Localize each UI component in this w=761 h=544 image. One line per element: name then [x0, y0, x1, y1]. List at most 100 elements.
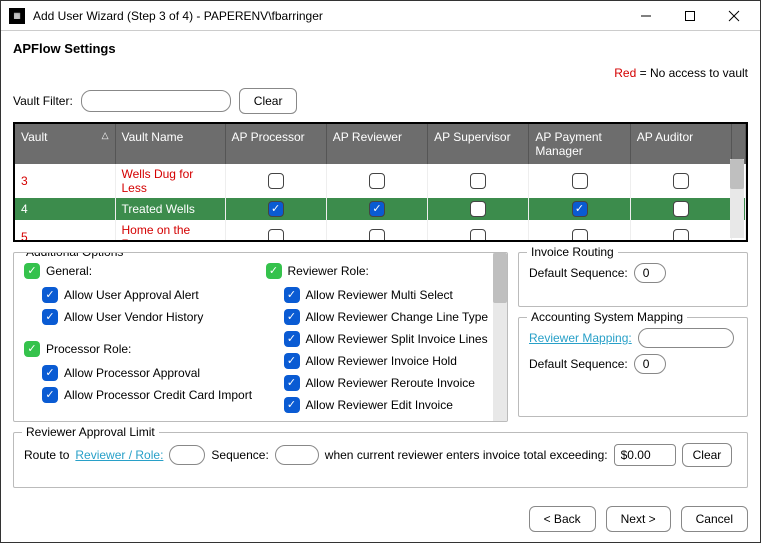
- accounting-mapping-legend: Accounting System Mapping: [527, 310, 687, 324]
- option-checkbox[interactable]: [284, 375, 300, 391]
- option-label: Allow Reviewer Reroute Invoice: [306, 376, 475, 390]
- ral-seq-label: Sequence:: [211, 448, 268, 462]
- back-button[interactable]: < Back: [529, 506, 596, 532]
- legend-red-meaning: = No access to vault: [636, 66, 748, 80]
- maximize-button[interactable]: [668, 2, 712, 30]
- reviewer-approval-limit-group: Reviewer Approval Limit Route to Reviewe…: [13, 432, 748, 488]
- role-checkbox[interactable]: [470, 229, 486, 242]
- cell-vault-id: 3: [15, 164, 115, 198]
- col-ap-processor[interactable]: AP Processor: [225, 124, 326, 164]
- role-checkbox[interactable]: [268, 229, 284, 242]
- option-checkbox[interactable]: [284, 287, 300, 303]
- ral-reviewer-role-input[interactable]: [169, 445, 205, 465]
- role-checkbox[interactable]: [369, 229, 385, 242]
- option-label: Allow Reviewer Invoice Hold: [306, 354, 457, 368]
- table-header-row: Vault△ Vault Name AP Processor AP Review…: [15, 124, 746, 164]
- option-checkbox[interactable]: [284, 331, 300, 347]
- group-check-icon[interactable]: [24, 341, 40, 357]
- table-row[interactable]: 5Home on the Range...: [15, 220, 746, 242]
- role-checkbox[interactable]: [572, 173, 588, 189]
- role-checkbox[interactable]: [369, 201, 385, 217]
- cell-vault-name: Treated Wells: [115, 198, 225, 220]
- col-ap-payment-manager[interactable]: AP Payment Manager: [529, 124, 630, 164]
- opt-group-label: General:: [46, 264, 92, 278]
- option-label: Allow User Approval Alert: [64, 288, 199, 302]
- routing-seq-label: Default Sequence:: [529, 266, 628, 280]
- option-label: Allow Reviewer Multi Select: [306, 288, 453, 302]
- col-vault-name[interactable]: Vault Name: [115, 124, 225, 164]
- vault-filter-label: Vault Filter:: [13, 94, 73, 108]
- role-checkbox[interactable]: [369, 173, 385, 189]
- option-checkbox[interactable]: [42, 365, 58, 381]
- ral-clear-button[interactable]: Clear: [682, 443, 733, 467]
- ral-reviewer-role-link[interactable]: Reviewer / Role:: [75, 448, 163, 462]
- option-label: Allow User Vendor History: [64, 310, 203, 324]
- col-vault[interactable]: Vault△: [15, 124, 115, 164]
- ral-tail-label: when current reviewer enters invoice tot…: [325, 448, 608, 462]
- ral-seq-input[interactable]: [275, 445, 319, 465]
- window-title: Add User Wizard (Step 3 of 4) - PAPERENV…: [33, 9, 624, 23]
- role-checkbox[interactable]: [470, 201, 486, 217]
- reviewer-mapping-link[interactable]: Reviewer Mapping:: [529, 331, 632, 345]
- reviewer-mapping-input[interactable]: [638, 328, 734, 348]
- ral-route-to-label: Route to: [24, 448, 69, 462]
- additional-options-group: Additional Options General: Allow User Ap…: [13, 252, 508, 422]
- minimize-button[interactable]: [624, 2, 668, 30]
- options-scroll-thumb[interactable]: [493, 253, 507, 303]
- cell-vault-id: 4: [15, 198, 115, 220]
- role-checkbox[interactable]: [268, 201, 284, 217]
- next-button[interactable]: Next >: [606, 506, 671, 532]
- vault-filter-input[interactable]: [81, 90, 231, 112]
- role-checkbox[interactable]: [268, 173, 284, 189]
- vault-filter-clear-button[interactable]: Clear: [239, 88, 298, 114]
- invoice-routing-group: Invoice Routing Default Sequence:: [518, 252, 748, 307]
- app-icon: ▦: [9, 8, 25, 24]
- vault-table-scroll-thumb[interactable]: [730, 159, 744, 189]
- option-label: Allow Reviewer Split Invoice Lines: [306, 332, 488, 346]
- option-label: Allow Processor Credit Card Import: [64, 388, 252, 402]
- accounting-mapping-group: Accounting System Mapping Reviewer Mappi…: [518, 317, 748, 417]
- table-row[interactable]: 4Treated Wells: [15, 198, 746, 220]
- sort-asc-icon: △: [102, 130, 109, 141]
- title-bar: ▦ Add User Wizard (Step 3 of 4) - PAPERE…: [1, 1, 760, 31]
- page-title: APFlow Settings: [13, 41, 748, 56]
- cell-vault-name: Wells Dug for Less: [115, 164, 225, 198]
- option-checkbox[interactable]: [42, 387, 58, 403]
- legend-note: Red = No access to vault: [13, 66, 748, 80]
- role-checkbox[interactable]: [673, 201, 689, 217]
- col-ap-supervisor[interactable]: AP Supervisor: [428, 124, 529, 164]
- option-label: Allow Processor Approval: [64, 366, 200, 380]
- option-checkbox[interactable]: [284, 309, 300, 325]
- role-checkbox[interactable]: [470, 173, 486, 189]
- cell-vault-name: Home on the Range...: [115, 220, 225, 242]
- group-check-icon[interactable]: [24, 263, 40, 279]
- additional-options-legend: Additional Options: [22, 252, 127, 259]
- ral-legend: Reviewer Approval Limit: [22, 425, 159, 439]
- routing-seq-input[interactable]: [634, 263, 666, 283]
- opt-group-label: Processor Role:: [46, 342, 131, 356]
- col-ap-reviewer[interactable]: AP Reviewer: [326, 124, 427, 164]
- table-row[interactable]: 3Wells Dug for Less: [15, 164, 746, 198]
- option-label: Allow Reviewer Edit Invoice: [306, 398, 453, 412]
- cancel-button[interactable]: Cancel: [681, 506, 748, 532]
- close-button[interactable]: [712, 2, 756, 30]
- option-checkbox[interactable]: [42, 309, 58, 325]
- role-checkbox[interactable]: [572, 201, 588, 217]
- option-checkbox[interactable]: [284, 353, 300, 369]
- option-checkbox[interactable]: [42, 287, 58, 303]
- opt-group-label: Reviewer Role:: [288, 264, 369, 278]
- group-check-icon[interactable]: [266, 263, 282, 279]
- option-label: Allow Reviewer Change Line Type: [306, 310, 489, 324]
- mapping-seq-input[interactable]: [634, 354, 666, 374]
- ral-amount-input[interactable]: [614, 444, 676, 466]
- cell-vault-id: 5: [15, 220, 115, 242]
- role-checkbox[interactable]: [673, 229, 689, 242]
- col-scroll-gutter: [732, 124, 746, 164]
- mapping-seq-label: Default Sequence:: [529, 357, 628, 371]
- legend-red-label: Red: [614, 66, 636, 80]
- role-checkbox[interactable]: [572, 229, 588, 242]
- col-ap-auditor[interactable]: AP Auditor: [630, 124, 731, 164]
- role-checkbox[interactable]: [673, 173, 689, 189]
- option-checkbox[interactable]: [284, 397, 300, 413]
- invoice-routing-legend: Invoice Routing: [527, 245, 618, 259]
